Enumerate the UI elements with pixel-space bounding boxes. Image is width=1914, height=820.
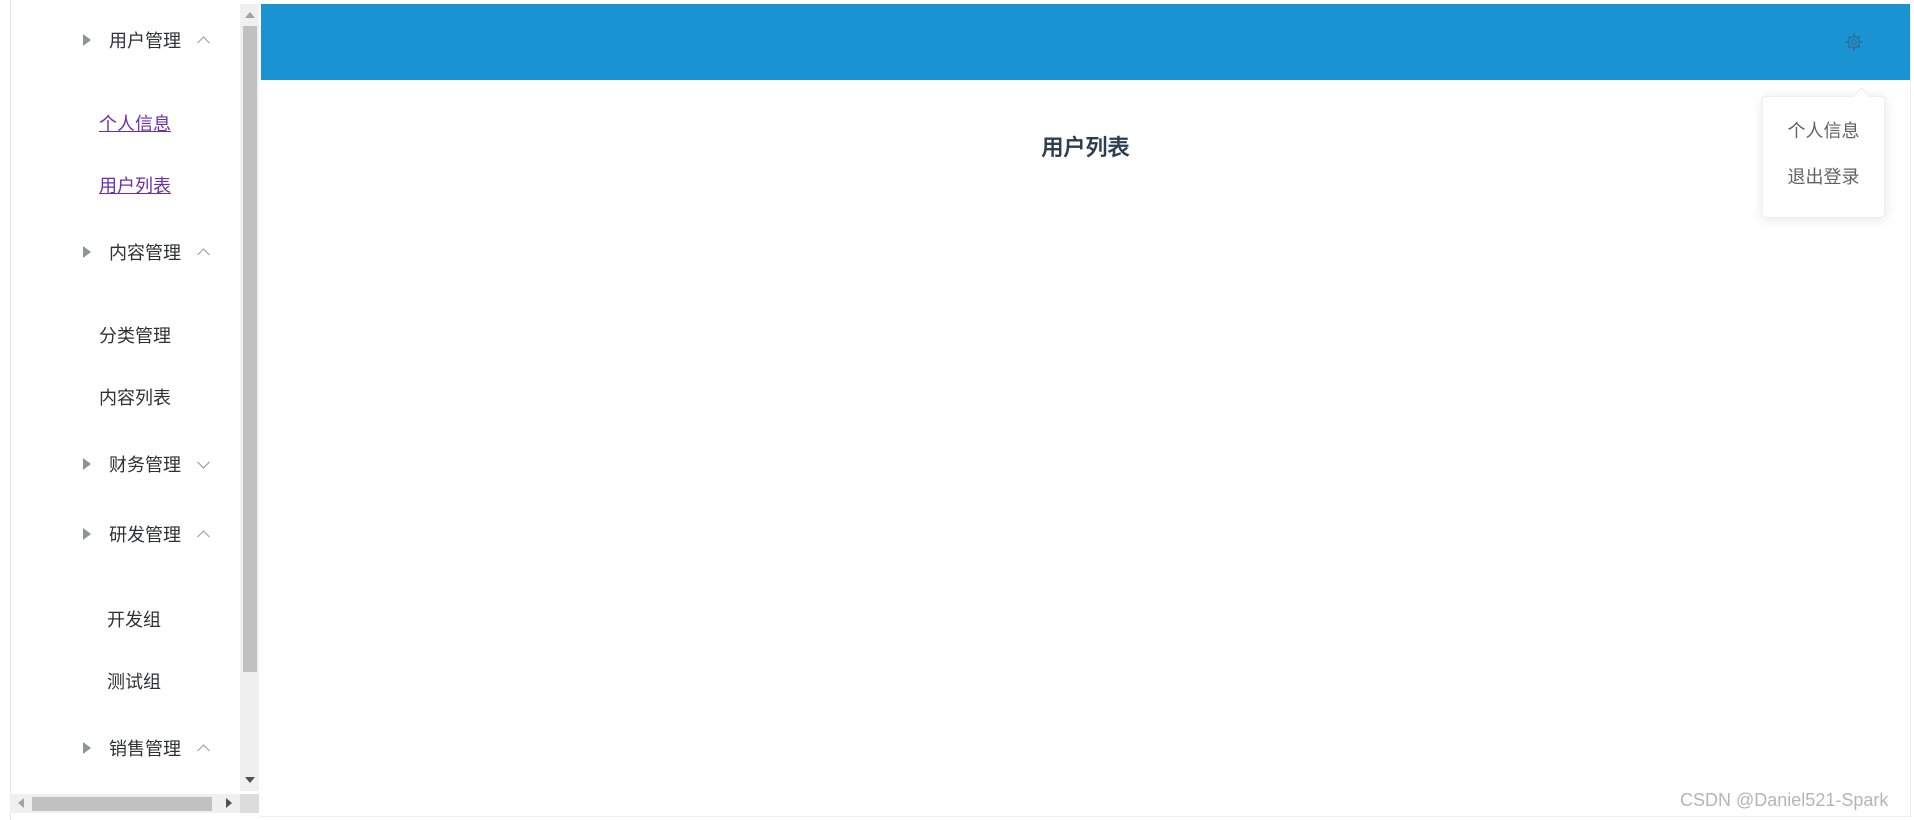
caret-right-icon [83, 742, 91, 754]
menu-group-user-management[interactable]: 用户管理 [11, 12, 241, 68]
dropdown-item-profile[interactable]: 个人信息 [1763, 113, 1884, 151]
page-title: 用户列表 [1041, 136, 1130, 161]
scroll-down-arrow-icon[interactable] [245, 777, 255, 783]
chevron-up-icon [197, 744, 210, 758]
scrollbar-corner [240, 794, 259, 813]
chevron-down-icon [197, 455, 210, 469]
menu-group-label: 内容管理 [109, 243, 181, 264]
menu-group-rd-management[interactable]: 研发管理 [11, 506, 241, 562]
watermark-text: CSDN @Daniel521-Spark [1680, 790, 1889, 810]
dropdown-caret [1852, 87, 1871, 106]
menu-group-label: 财务管理 [109, 455, 181, 476]
gear-icon[interactable] [1845, 33, 1863, 51]
menu-item-label: 开发组 [107, 610, 161, 631]
menu-item-label: 内容列表 [99, 388, 171, 409]
menu-item-test-group[interactable]: 测试组 [11, 656, 241, 706]
menu-item-user-info[interactable]: 个人信息 [11, 98, 241, 148]
menu-item-content-list[interactable]: 内容列表 [11, 372, 241, 422]
menu-item-dev-group[interactable]: 开发组 [11, 594, 241, 644]
menu-item-label[interactable]: 用户列表 [99, 172, 171, 198]
menu-group-content-management[interactable]: 内容管理 [11, 224, 241, 280]
scroll-right-arrow-icon[interactable] [226, 798, 232, 808]
settings-dropdown-menu: 个人信息 退出登录 [1762, 87, 1885, 218]
sidebar-menu: 用户管理 个人信息 用户列表 内容管理 分类管理 内容列表 财务管理 研发管理 [10, 0, 241, 820]
scrollbar-thumb[interactable] [243, 26, 257, 672]
caret-right-icon [83, 528, 91, 540]
menu-item-category-management[interactable]: 分类管理 [11, 310, 241, 360]
menu-group-finance-management[interactable]: 财务管理 [11, 436, 241, 492]
caret-right-icon [83, 34, 91, 46]
menu-item-label[interactable]: 个人信息 [99, 110, 171, 136]
top-header-bar [261, 4, 1910, 80]
caret-right-icon [83, 458, 91, 470]
menu-item-user-list[interactable]: 用户列表 [11, 160, 241, 210]
sidebar-vertical-scrollbar[interactable] [240, 4, 259, 791]
caret-right-icon [83, 246, 91, 258]
menu-group-label: 研发管理 [109, 525, 181, 546]
scrollbar-thumb[interactable] [32, 797, 212, 811]
chevron-up-icon [197, 530, 210, 544]
menu-group-sales-management[interactable]: 销售管理 [11, 720, 241, 776]
menu-item-label: 测试组 [107, 672, 161, 693]
chevron-up-icon [197, 248, 210, 262]
dropdown-item-logout[interactable]: 退出登录 [1763, 159, 1884, 197]
sidebar-horizontal-scrollbar[interactable] [10, 794, 240, 813]
app-window: 用户管理 个人信息 用户列表 内容管理 分类管理 内容列表 财务管理 研发管理 [0, 0, 1914, 820]
menu-item-label: 分类管理 [99, 326, 171, 347]
menu-group-label: 销售管理 [109, 739, 181, 760]
menu-group-label: 用户管理 [109, 31, 181, 52]
chevron-up-icon [197, 36, 210, 50]
scroll-up-arrow-icon[interactable] [245, 12, 255, 18]
scroll-left-arrow-icon[interactable] [18, 798, 24, 808]
main-content: 用户列表 个人信息 退出登录 [261, 4, 1911, 817]
